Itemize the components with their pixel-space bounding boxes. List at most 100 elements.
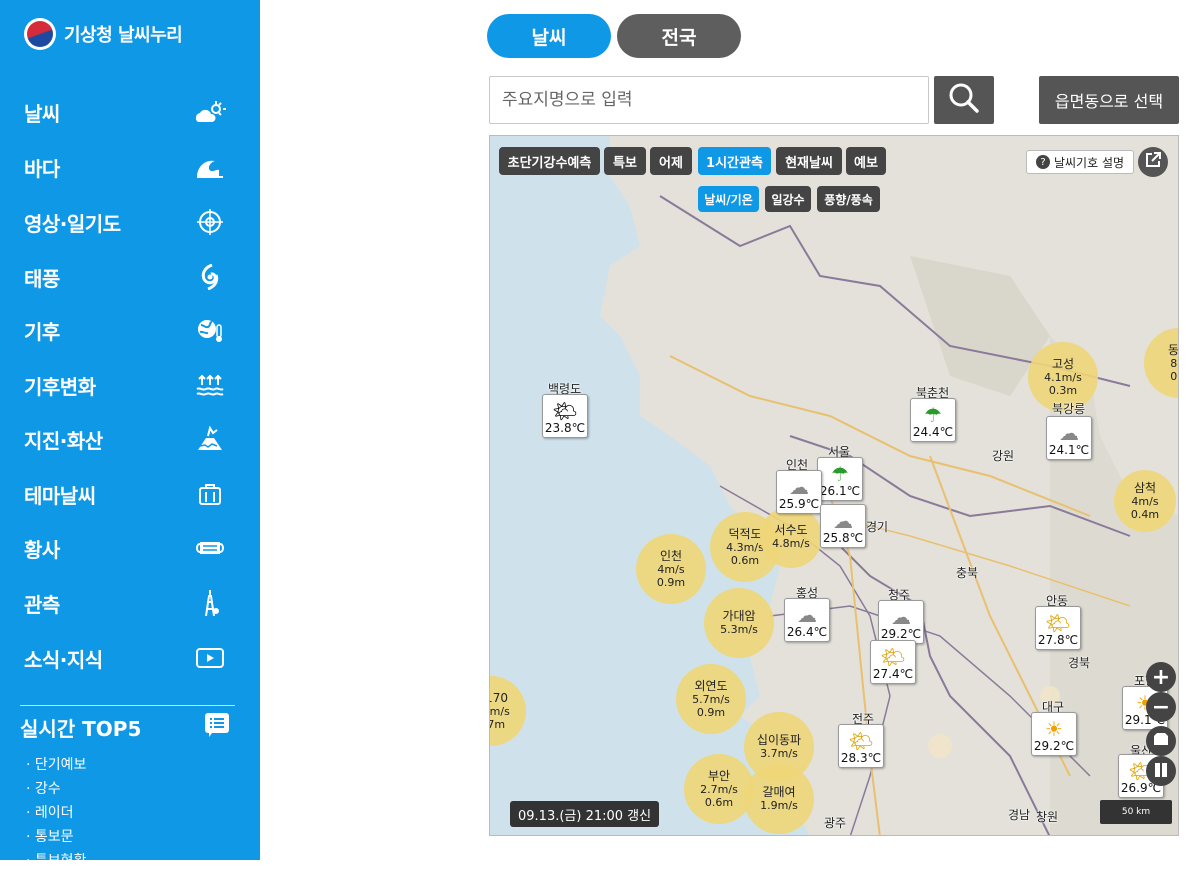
help-icon: ?	[1035, 155, 1050, 169]
umbrella-icon: ☂	[924, 403, 942, 427]
sidebar-item-yellow-dust[interactable]: 황사	[0, 528, 260, 568]
sidebar-item-news[interactable]: 소식·지식	[0, 638, 260, 678]
sea-point[interactable]: 가대암 5.3m/s	[704, 588, 774, 658]
globe-thermometer-icon	[194, 317, 226, 343]
emd-select-button[interactable]: 읍면동으로 선택	[1039, 76, 1179, 124]
weather-station[interactable]: ☀ 29.2℃	[1031, 712, 1077, 756]
taegeuk-logo-icon	[24, 18, 56, 50]
bag-icon	[194, 481, 226, 507]
sidebar-item-label: 지진·화산	[24, 428, 103, 453]
sea-point[interactable]: 외연도 5.7m/s 0.9m	[676, 664, 746, 734]
map-layer-icon	[1153, 732, 1169, 750]
tab-nationwide[interactable]: 전국	[617, 14, 741, 58]
sidebar-item-climate[interactable]: 기후	[0, 310, 260, 350]
map-tab-nowcast[interactable]: 초단기강수예측	[499, 147, 600, 175]
sea-point[interactable]: 서수도 4.8m/s	[760, 506, 822, 568]
top5-link-radar[interactable]: 레이더	[26, 802, 74, 822]
map-subtab-daily-rain[interactable]: 일강수	[765, 186, 811, 212]
zoom-reset-button[interactable]	[1146, 726, 1176, 756]
umbrella-icon: ☂	[831, 462, 849, 486]
sea-point-name: 가대암	[722, 609, 756, 623]
map-subtab-weather-temp[interactable]: 날씨/기온	[698, 186, 759, 212]
zoom-in-button[interactable]: +	[1146, 662, 1176, 692]
legend-button[interactable]: ? 날씨기호 설명	[1026, 150, 1134, 174]
sea-point-wind: 3.2m/s	[489, 704, 510, 718]
weather-station[interactable]: ☁ 24.1℃	[1046, 416, 1092, 460]
station-temp: 23.8℃	[544, 421, 586, 435]
layer-toggle-button[interactable]	[1146, 756, 1176, 786]
zoom-out-button[interactable]: −	[1146, 692, 1176, 722]
map-tab-current[interactable]: 현재날씨	[776, 147, 842, 175]
search-input[interactable]	[489, 76, 929, 124]
sea-point-wind: 4.3m/s	[726, 540, 764, 554]
sidebar-item-typhoon[interactable]: 태풍	[0, 257, 260, 297]
sidebar-item-earthquake[interactable]: 지진·화산	[0, 419, 260, 459]
satellite-icon	[194, 209, 226, 235]
tab-weather[interactable]: 날씨	[487, 14, 611, 58]
map-scale: 50 km	[1100, 800, 1172, 824]
sidebar-item-theme-weather[interactable]: 테마날씨	[0, 474, 260, 514]
sidebar-item-weather[interactable]: 날씨	[0, 92, 260, 132]
weather-station[interactable]: ☁ 29.2℃	[878, 600, 924, 644]
external-link-icon	[1145, 152, 1161, 172]
weather-station[interactable]: ☁ 25.9℃	[776, 470, 822, 514]
weather-station[interactable]: 🌤 23.8℃	[542, 394, 588, 438]
list-icon	[204, 712, 230, 742]
weather-map[interactable]: 초단기강수예측 특보 어제 1시간관측 현재날씨 예보 날씨/기온 일강수 풍향…	[489, 135, 1179, 836]
sea-point-name: 갈매여	[762, 785, 796, 799]
realtime-top5-header[interactable]: 실시간 TOP5	[20, 712, 230, 742]
sidebar-item-label: 소식·지식	[24, 647, 103, 672]
sidebar-item-satellite[interactable]: 영상·일기도	[0, 202, 260, 242]
top5-link-bulletin[interactable]: 통보문	[26, 826, 74, 846]
sidebar-item-label: 바다	[24, 156, 60, 181]
map-tab-yesterday[interactable]: 어제	[650, 147, 692, 175]
sea-point-wind: 4.1m/s	[1044, 370, 1082, 384]
region-label: 창원	[1036, 810, 1059, 824]
map-subtab-wind[interactable]: 풍향/풍속	[817, 186, 880, 212]
partly-cloudy-icon: 🌤	[848, 729, 874, 753]
update-timestamp: 09.13.(금) 21:00 갱신	[510, 801, 660, 827]
sidebar-item-climate-change[interactable]: 기후변화	[0, 365, 260, 405]
search-button[interactable]	[934, 76, 994, 124]
station-temp: 26.4℃	[786, 625, 828, 639]
weather-station[interactable]: 🌤 28.3℃	[838, 724, 884, 768]
map-tab-forecast[interactable]: 예보	[846, 147, 886, 175]
region-label: 충북	[956, 566, 979, 580]
sea-point-name: 외연도	[694, 678, 728, 693]
external-link-button[interactable]	[1138, 147, 1168, 177]
weather-station[interactable]: ☁ 26.4℃	[784, 598, 830, 642]
sidebar-item-label: 황사	[24, 537, 60, 562]
sidebar: 기상청 날씨누리 날씨 바다 영상·일기도 태풍 기후 기후변화 지진·화산 테…	[0, 0, 260, 869]
sidebar-item-label: 테마날씨	[24, 483, 96, 508]
region-label: 강원	[992, 449, 1015, 463]
top5-label: 실시간 TOP5	[20, 716, 142, 741]
station-temp: 27.4℃	[872, 667, 914, 681]
map-tab-warning[interactable]: 특보	[604, 147, 646, 175]
weather-station[interactable]: ☂ 24.4℃	[910, 398, 956, 442]
weather-station[interactable]: 🌤 27.8℃	[1035, 606, 1081, 650]
weather-station[interactable]: ☂ 26.1℃	[817, 457, 863, 501]
map-tab-hourly-obs[interactable]: 1시간관측	[698, 147, 771, 175]
cloudy-icon: ☁	[1059, 421, 1079, 445]
top5-link-precipitation[interactable]: 강수	[26, 778, 61, 798]
weather-station[interactable]: 🌤 27.4℃	[870, 640, 916, 684]
station-temp: 29.2℃	[1033, 739, 1075, 753]
weather-station[interactable]: ☁ 25.8℃	[820, 504, 866, 548]
station-name: 경기	[866, 520, 889, 534]
top5-link-warnings[interactable]: 특보현황	[26, 850, 87, 870]
columns-icon	[1153, 759, 1169, 784]
sidebar-item-label: 태풍	[24, 266, 60, 291]
partly-cloudy-icon: 🌤	[1045, 611, 1071, 635]
site-logo[interactable]: 기상청 날씨누리	[24, 18, 183, 50]
rising-water-icon	[194, 372, 226, 398]
sea-point[interactable]: 갈매여 1.9m/s	[744, 764, 814, 834]
sidebar-item-sea[interactable]: 바다	[0, 147, 260, 187]
sea-point[interactable]: 부안 2.7m/s 0.6m	[684, 754, 754, 824]
top5-link-short-forecast[interactable]: 단기예보	[26, 754, 87, 774]
legend-label: 날씨기호 설명	[1053, 155, 1125, 170]
sunny-icon: ☀	[1045, 717, 1063, 741]
sidebar-item-observation[interactable]: 관측	[0, 583, 260, 623]
sea-point[interactable]: 인천 4m/s 0.9m	[636, 534, 706, 604]
sea-point[interactable]: 삼척 4m/s 0.4m	[1114, 470, 1176, 532]
sea-point-name: 덕적도	[728, 526, 762, 541]
